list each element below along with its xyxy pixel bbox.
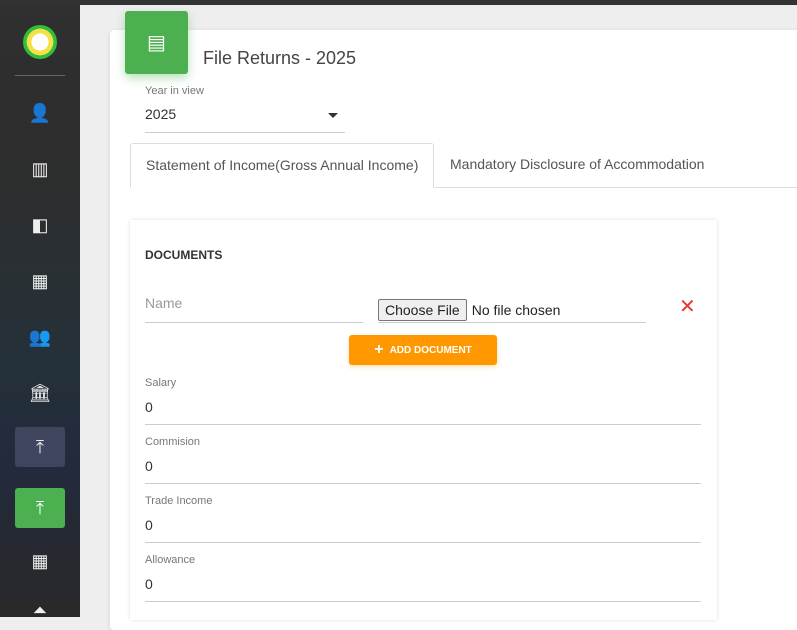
sidebar-item-profile[interactable]: 👤 — [15, 93, 65, 133]
plus-icon: + — [374, 341, 384, 358]
field-label: Salary — [145, 377, 177, 389]
person-icon: 👤 — [28, 102, 52, 123]
year-label: Year in view — [145, 85, 204, 97]
sidebar: 👤 ▥ ◧ ▦ 👥 🏛 ⤒ ⤒ ▦ ⏶ — [0, 5, 80, 620]
document-icon: ▤ — [125, 11, 188, 74]
building-icon: ▦ — [31, 270, 49, 291]
add-document-label: ADD DOCUMENT — [389, 344, 472, 356]
caret-down-icon — [328, 113, 338, 118]
file-input[interactable]: Choose File No file chosen — [378, 298, 646, 323]
sidebar-item-upload[interactable]: ⤒ — [15, 427, 65, 467]
main: ▤ File Returns - 2025 Year in view 2025 … — [80, 5, 797, 630]
tab-statement-of-income[interactable]: Statement of Income(Gross Annual Income) — [130, 143, 435, 188]
field-value[interactable]: 0 — [145, 399, 701, 415]
commision-field[interactable]: Commision 0 — [145, 436, 701, 484]
people-icon: 👥 — [28, 326, 52, 347]
tab-mandatory-disclosure[interactable]: Mandatory Disclosure of Accommodation — [435, 143, 719, 188]
allowance-field[interactable]: Allowance 0 — [145, 554, 701, 602]
salary-field[interactable]: Salary 0 — [145, 377, 701, 425]
file-status: No file chosen — [471, 302, 561, 318]
sidebar-item-business[interactable]: ▦ — [15, 261, 65, 301]
bank-icon: 🏛 — [28, 382, 52, 403]
field-value[interactable]: 0 — [145, 458, 701, 474]
building-icon: ▦ — [31, 550, 49, 571]
sidebar-item-file-returns[interactable]: ⤒ — [15, 488, 65, 528]
year-select[interactable]: 2025 — [145, 103, 345, 133]
year-value: 2025 — [145, 106, 177, 122]
field-value[interactable]: 0 — [145, 517, 701, 533]
field-label: Allowance — [145, 554, 196, 566]
add-document-button[interactable]: + ADD DOCUMENT — [349, 335, 497, 365]
sidebar-item-compare[interactable]: ◧ — [15, 205, 65, 245]
sidebar-item-bank[interactable]: 🏛 — [15, 373, 65, 413]
eject-icon: ⏶ — [32, 599, 48, 620]
sidebar-item-building[interactable]: ▦ — [15, 541, 65, 581]
upload-icon: ⤒ — [36, 436, 44, 457]
compare-icon: ◧ — [31, 214, 49, 235]
divider — [15, 75, 65, 76]
income-panel: DOCUMENTS Name Choose File No file chosen… — [130, 220, 717, 620]
document-name-input[interactable]: Name — [145, 295, 363, 323]
field-label: Trade Income — [145, 495, 213, 507]
tabs: Statement of Income(Gross Annual Income)… — [130, 143, 797, 188]
choose-file-button[interactable]: Choose File — [378, 299, 467, 321]
chart-icon: ▥ — [31, 158, 49, 179]
logo[interactable] — [23, 25, 57, 59]
sidebar-item-more[interactable]: ⏶ — [15, 590, 65, 630]
close-icon[interactable]: ✕ — [679, 294, 696, 319]
upload-icon: ⤒ — [36, 497, 44, 518]
field-label: Commision — [145, 436, 201, 448]
trade-income-field[interactable]: Trade Income 0 — [145, 495, 701, 543]
sidebar-item-people[interactable]: 👥 — [15, 317, 65, 357]
page-title: File Returns - 2025 — [203, 48, 357, 68]
sidebar-item-dashboard[interactable]: ▥ — [15, 149, 65, 189]
field-value[interactable]: 0 — [145, 576, 701, 592]
documents-heading: DOCUMENTS — [145, 248, 223, 262]
